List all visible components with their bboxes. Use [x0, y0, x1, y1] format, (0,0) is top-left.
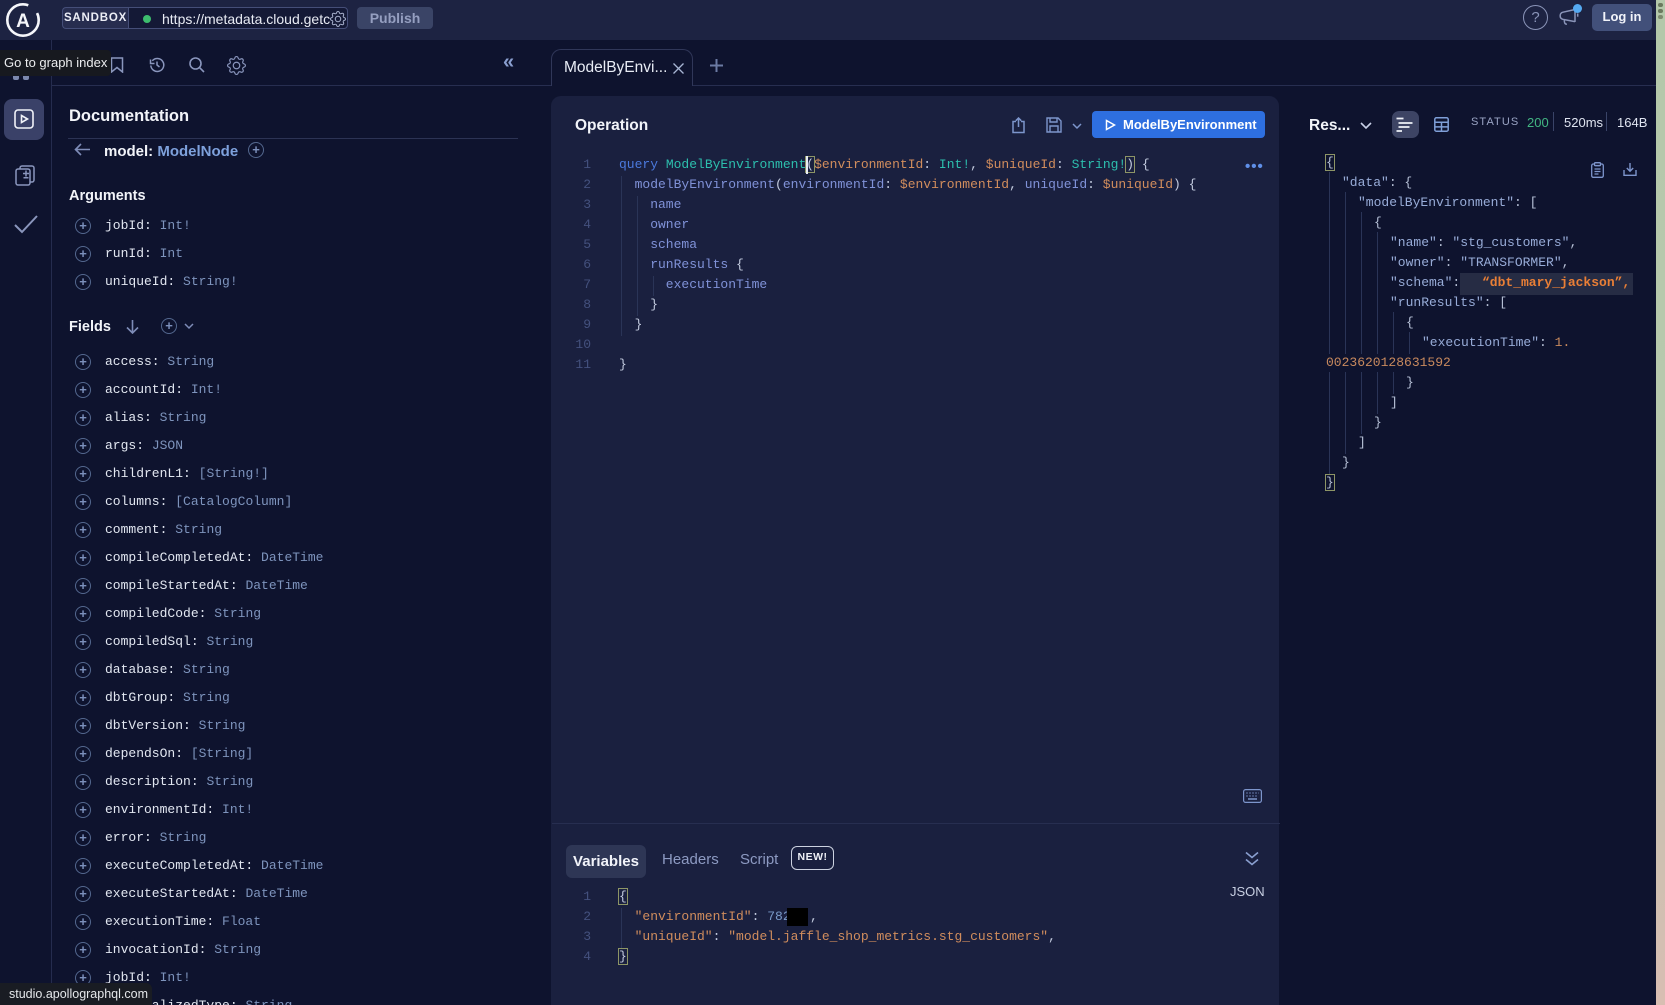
svg-text:A: A [16, 11, 30, 32]
